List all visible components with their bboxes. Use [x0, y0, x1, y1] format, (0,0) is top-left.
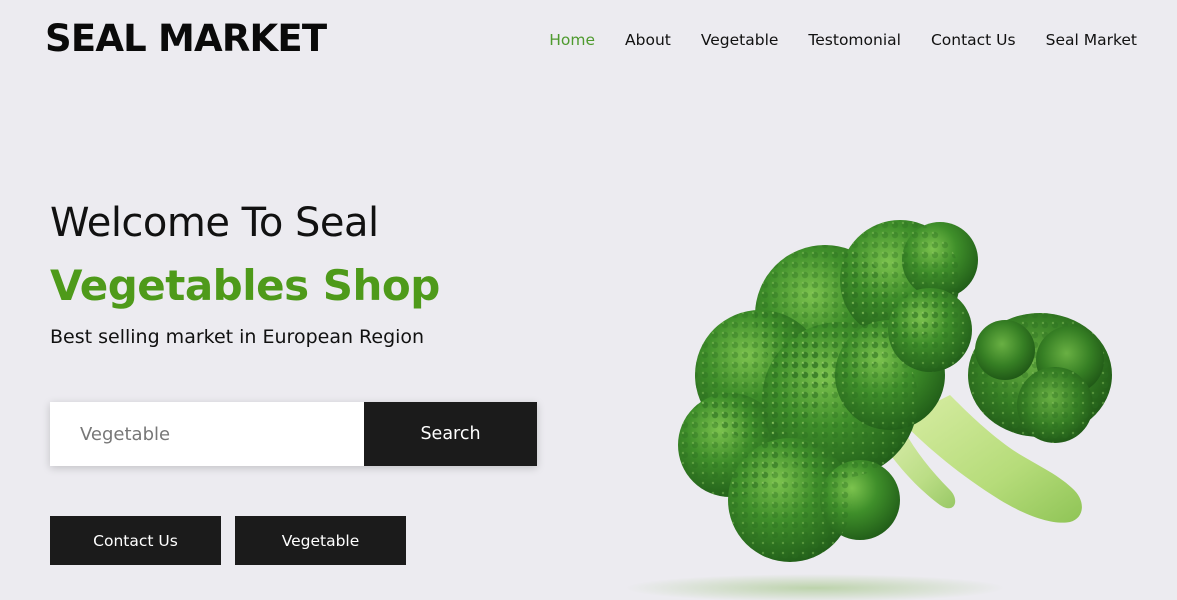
search-button[interactable]: Search	[364, 402, 537, 466]
hero-tagline: Best selling market in European Region	[50, 326, 425, 348]
page: SEAL MARKET Home About Vegetable Testomo…	[0, 0, 1177, 600]
broccoli-image	[625, 220, 1112, 600]
nav-home-link[interactable]: Home	[519, 29, 595, 51]
hero-buttons: Contact Us Vegetable	[50, 516, 406, 565]
nav-testimonial-link[interactable]: Testomonial	[778, 29, 901, 51]
contact-us-button[interactable]: Contact Us	[50, 516, 221, 565]
nav-vegetable-link[interactable]: Vegetable	[671, 29, 779, 51]
vegetable-button[interactable]: Vegetable	[235, 516, 406, 565]
site-logo[interactable]: SEAL MARKET	[45, 14, 327, 64]
main-nav: Home About Vegetable Testomonial Contact…	[519, 29, 1137, 51]
nav-about-link[interactable]: About	[595, 29, 671, 51]
hero-title: Welcome To Seal	[50, 200, 379, 246]
search-input[interactable]	[50, 402, 364, 466]
nav-contact-link[interactable]: Contact Us	[901, 29, 1016, 51]
nav-seal-market-link[interactable]: Seal Market	[1016, 29, 1137, 51]
hero-subtitle: Vegetables Shop	[50, 261, 440, 310]
search-bar: Search	[50, 402, 537, 466]
